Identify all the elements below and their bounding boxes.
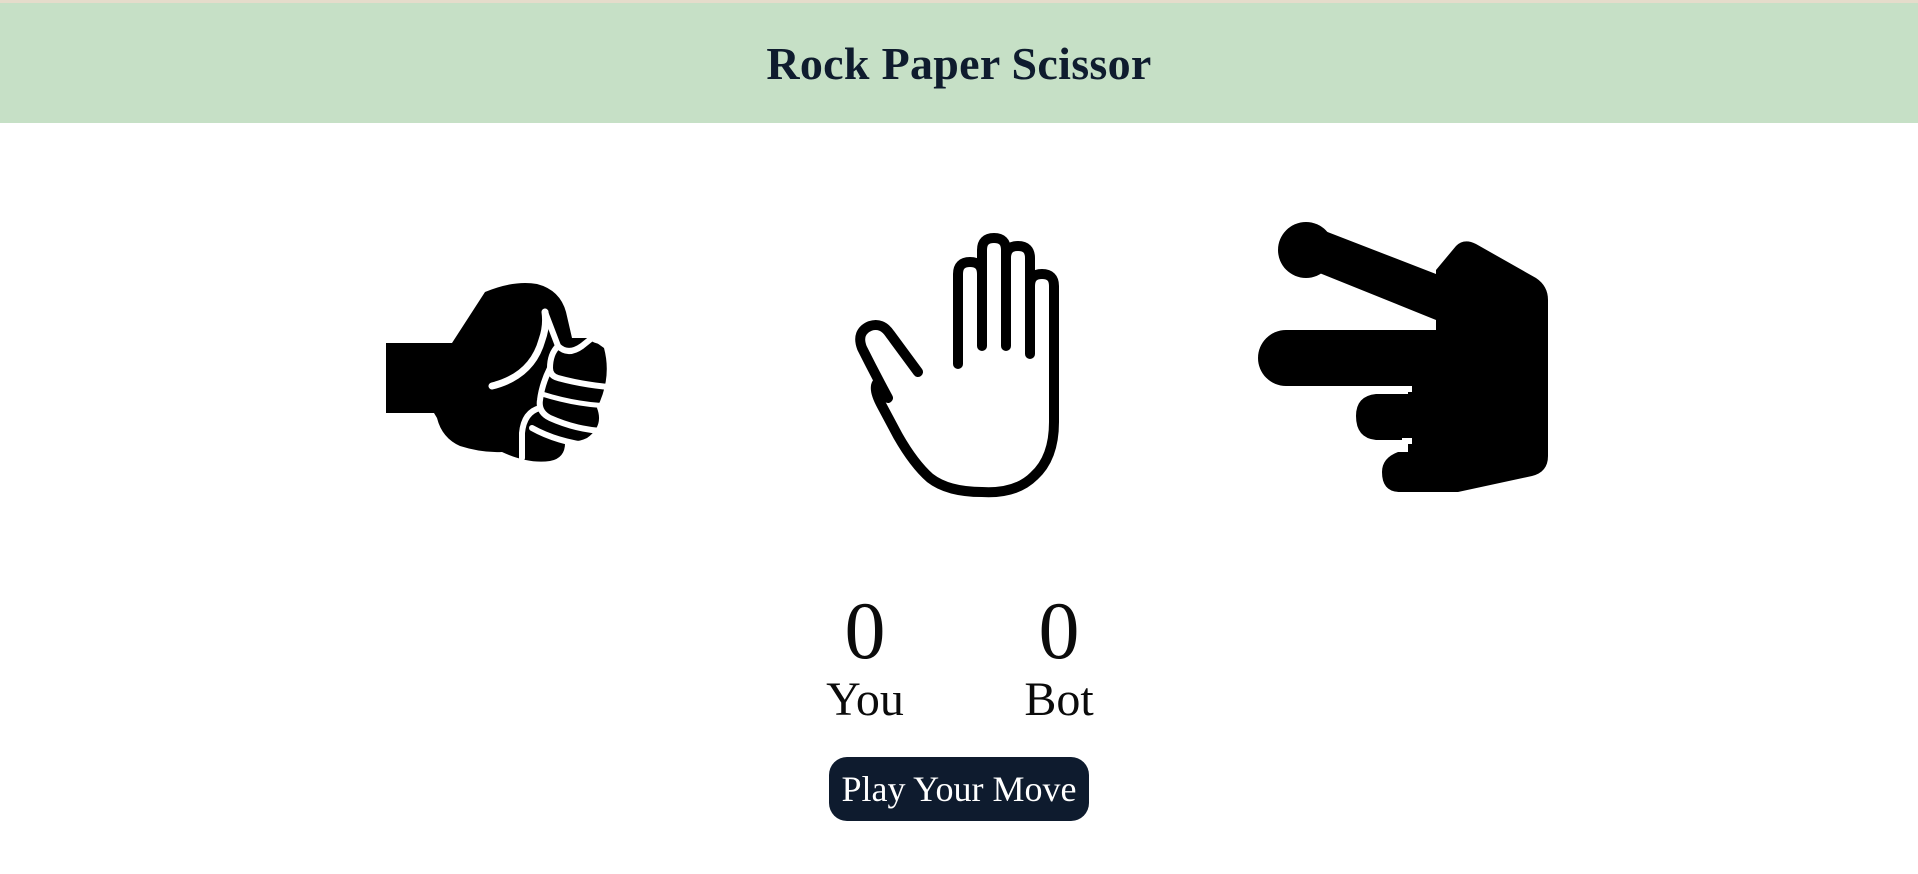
player-score-value: 0 bbox=[844, 585, 886, 676]
player-score: 0 You bbox=[800, 590, 930, 726]
fist-icon bbox=[382, 282, 625, 462]
bot-score-label: Bot bbox=[1024, 673, 1094, 726]
scissor-choice[interactable] bbox=[1250, 220, 1560, 492]
player-score-label: You bbox=[826, 673, 904, 726]
scissors-hand-icon bbox=[1258, 222, 1548, 492]
bot-score: 0 Bot bbox=[994, 590, 1124, 726]
header-bar: Rock Paper Scissor bbox=[0, 3, 1918, 123]
play-move-button[interactable]: Play Your Move bbox=[829, 757, 1089, 821]
paper-choice[interactable] bbox=[842, 214, 1074, 498]
open-hand-icon bbox=[855, 233, 1059, 498]
bot-score-value: 0 bbox=[1038, 585, 1080, 676]
rock-choice[interactable] bbox=[382, 268, 642, 478]
page-title: Rock Paper Scissor bbox=[766, 37, 1152, 89]
